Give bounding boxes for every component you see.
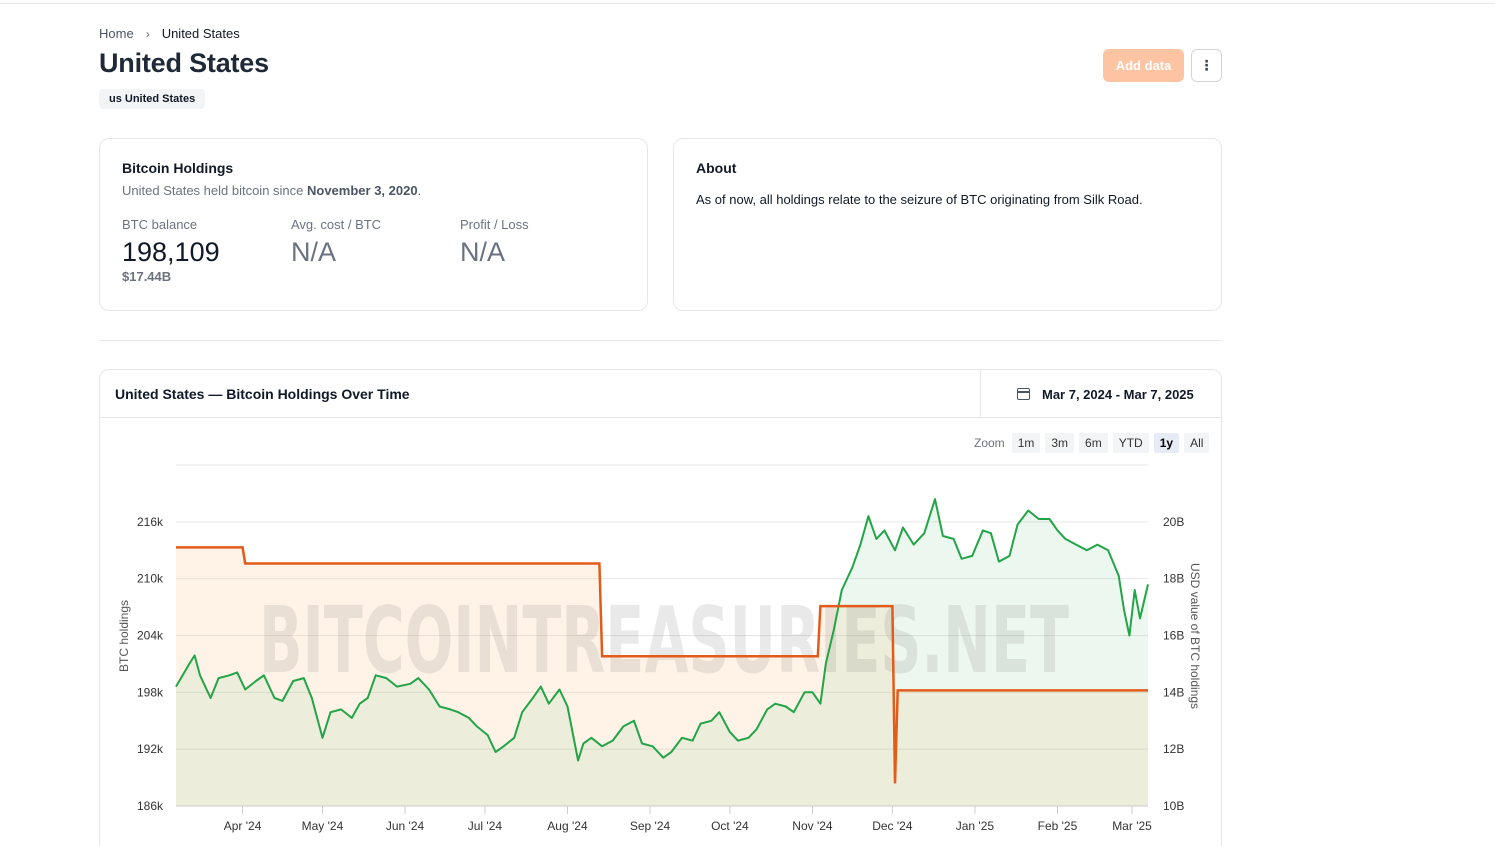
watermark-logo: BITCOINTREASURIES.NET [259, 587, 1069, 694]
y-left-tick-label: 186k [137, 799, 164, 813]
x-tick-label: Dec '24 [872, 819, 913, 833]
x-tick-label: Jul '24 [468, 819, 503, 833]
y-right-tick-label: 20B [1163, 515, 1184, 529]
y-right-tick-label: 12B [1163, 742, 1184, 756]
y-left-tick-label: 216k [137, 515, 164, 529]
x-tick-label: Mar '25 [1112, 819, 1152, 833]
x-tick-label: Jun '24 [386, 819, 425, 833]
x-tick-label: Sep '24 [630, 819, 671, 833]
y-right-tick-label: 10B [1163, 799, 1184, 813]
x-tick-label: Apr '24 [224, 819, 262, 833]
y-right-tick-label: 18B [1163, 572, 1184, 586]
x-tick-label: May '24 [302, 819, 344, 833]
y-right-tick-label: 14B [1163, 685, 1184, 699]
y-left-axis-title: BTC holdings [117, 600, 131, 672]
x-tick-label: Jan '25 [956, 819, 995, 833]
y-right-tick-label: 16B [1163, 629, 1184, 643]
x-tick-label: Feb '25 [1038, 819, 1078, 833]
holdings-chart: 186k 192k 198k 204k 210k 216k 10B 12B 14B 16B 18B 2… [117, 464, 1202, 833]
x-tick-label: Aug '24 [547, 819, 588, 833]
y-left-tick-label: 192k [137, 742, 164, 756]
y-right-axis-title: USD value of BTC holdings [1188, 563, 1202, 709]
x-tick-label: Oct '24 [711, 819, 749, 833]
x-tick-label: Nov '24 [792, 819, 833, 833]
y-left-tick-label: 210k [137, 572, 164, 586]
y-left-tick-label: 204k [137, 629, 164, 643]
y-left-tick-label: 198k [137, 685, 164, 699]
